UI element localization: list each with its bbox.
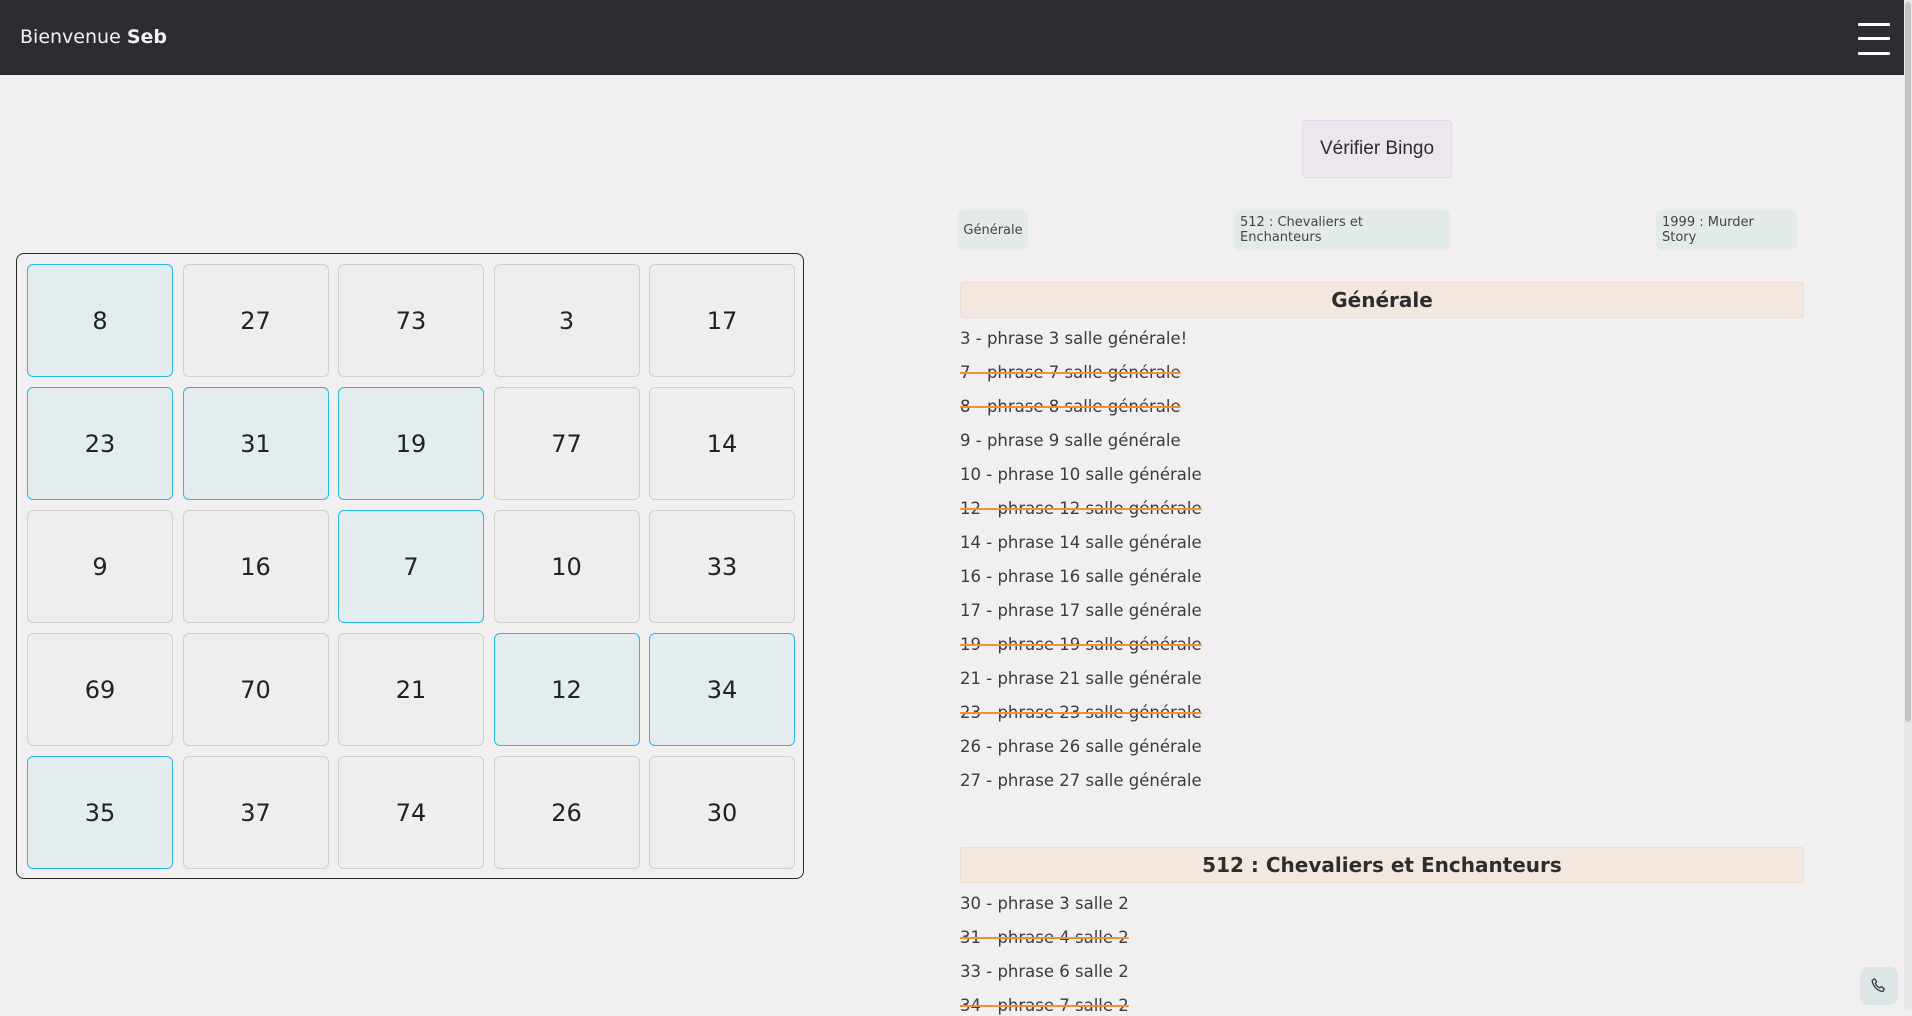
welcome-prefix: Bienvenue <box>20 26 121 48</box>
phrase-item-struck: 8 - phrase 8 salle générale <box>960 397 1181 416</box>
bingo-cell[interactable]: 30 <box>649 756 795 869</box>
bingo-cell[interactable]: 74 <box>338 756 484 869</box>
bingo-cell[interactable]: 9 <box>27 510 173 623</box>
bingo-cell[interactable]: 12 <box>493 633 640 746</box>
phrase-item-struck: 12 - phrase 12 salle générale <box>960 499 1202 518</box>
bingo-cell[interactable]: 33 <box>649 510 795 623</box>
phrase-item: 17 - phrase 17 salle générale <box>960 601 1202 620</box>
hamburger-menu-icon[interactable] <box>1858 21 1890 57</box>
section-title: 512 : Chevaliers et Enchanteurs <box>960 847 1804 883</box>
tab-generale[interactable]: Générale <box>958 210 1028 250</box>
bingo-cell[interactable]: 10 <box>493 510 640 623</box>
tab-murder-story[interactable]: 1999 : Murder Story <box>1656 210 1797 250</box>
phone-call-button[interactable] <box>1860 967 1898 1005</box>
bingo-cell[interactable]: 16 <box>182 510 329 623</box>
phone-icon <box>1871 978 1885 993</box>
bingo-cell[interactable]: 77 <box>493 387 640 500</box>
phrase-item-struck: 19 - phrase 19 salle générale <box>960 635 1202 654</box>
phrase-item: 3 - phrase 3 salle générale! <box>960 329 1188 348</box>
phrase-item: 10 - phrase 10 salle générale <box>960 465 1202 484</box>
bingo-cell[interactable]: 17 <box>649 264 795 377</box>
bingo-cell[interactable]: 23 <box>27 387 173 500</box>
bingo-cell[interactable]: 7 <box>338 510 484 623</box>
phrase-item: 26 - phrase 26 salle générale <box>960 737 1202 756</box>
verify-bingo-button[interactable]: Vérifier Bingo <box>1302 120 1452 178</box>
user-name: Seb <box>126 26 167 48</box>
phrase-item-struck: 7 - phrase 7 salle générale <box>960 363 1181 382</box>
phrase-item: 27 - phrase 27 salle générale <box>960 771 1202 790</box>
bingo-cell[interactable]: 70 <box>182 633 329 746</box>
phrase-item-struck: 31 - phrase 4 salle 2 <box>960 928 1129 947</box>
phrase-item: 16 - phrase 16 salle générale <box>960 567 1202 586</box>
bingo-cell[interactable]: 14 <box>649 387 795 500</box>
phrase-item: 9 - phrase 9 salle générale <box>960 431 1181 450</box>
scrollbar-thumb[interactable] <box>1905 2 1911 722</box>
bingo-cell[interactable]: 31 <box>182 387 329 500</box>
bingo-cell[interactable]: 69 <box>27 633 173 746</box>
tab-chevaliers-enchanteurs[interactable]: 512 : Chevaliers et Enchanteurs <box>1234 210 1450 250</box>
bingo-cell[interactable]: 34 <box>649 633 795 746</box>
top-navbar: Bienvenue Seb <box>0 0 1912 75</box>
bingo-grid: 8 27 73 3 17 23 31 19 77 14 9 16 7 10 33 69 70 21 12 34 35 37… <box>16 253 804 879</box>
phrase-item-struck: 23 - phrase 23 salle générale <box>960 703 1202 722</box>
phrase-item: 21 - phrase 21 salle générale <box>960 669 1202 688</box>
welcome-text: Bienvenue Seb <box>20 26 167 48</box>
page-scrollbar[interactable] <box>1904 0 1912 1010</box>
phrase-item: 30 - phrase 3 salle 2 <box>960 894 1129 913</box>
bingo-cell[interactable]: 3 <box>493 264 640 377</box>
bingo-cell[interactable]: 35 <box>27 756 173 869</box>
bingo-cell[interactable]: 19 <box>338 387 484 500</box>
phrase-item-struck: 34 - phrase 7 salle 2 <box>960 996 1129 1015</box>
bingo-cell[interactable]: 27 <box>182 264 329 377</box>
bingo-cell[interactable]: 37 <box>182 756 329 869</box>
phrase-item: 14 - phrase 14 salle générale <box>960 533 1202 552</box>
bingo-cell[interactable]: 8 <box>27 264 173 377</box>
phrase-item: 33 - phrase 6 salle 2 <box>960 962 1129 981</box>
bingo-cell[interactable]: 73 <box>338 264 484 377</box>
bingo-cell[interactable]: 26 <box>493 756 640 869</box>
bingo-cell[interactable]: 21 <box>338 633 484 746</box>
section-title: Générale <box>960 282 1804 318</box>
